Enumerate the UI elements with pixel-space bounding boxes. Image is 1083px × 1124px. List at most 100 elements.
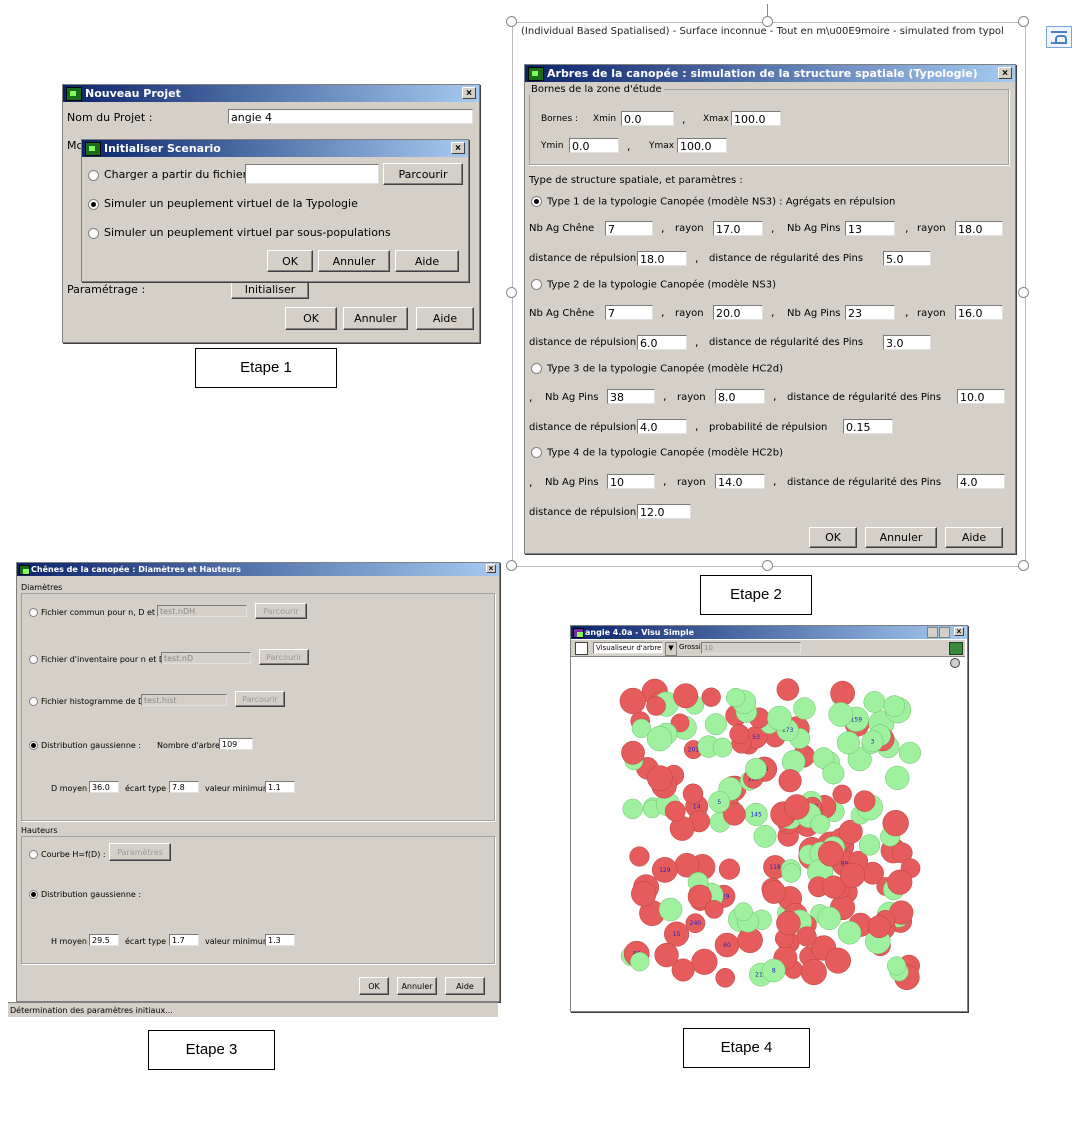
type3-rayon-field[interactable]: 8.0 [715, 389, 765, 404]
d-ecart-type-field[interactable]: 7.8 [169, 781, 199, 793]
type2-repulsion-field[interactable]: 6.0 [637, 335, 687, 350]
window-titlebar[interactable]: angie 4.0a - Visu Simple × [571, 626, 967, 639]
close-button[interactable]: × [954, 627, 964, 636]
handle-bottom-right[interactable] [1018, 560, 1029, 571]
type4-nb-pins-field[interactable]: 10 [607, 474, 655, 489]
radio-icon[interactable] [531, 447, 542, 458]
h-moyen-field[interactable]: 29.5 [89, 934, 119, 946]
type3-nb-pins-field[interactable]: 38 [607, 389, 655, 404]
type2-regularite-field[interactable]: 3.0 [883, 335, 931, 350]
handle-top-middle[interactable] [762, 16, 773, 27]
type1-option[interactable]: Type 1 de la typologie Canopée (modèle N… [531, 196, 895, 208]
type1-regularite-field[interactable]: 5.0 [883, 251, 931, 266]
cancel-button[interactable]: Annuler [397, 977, 437, 995]
ok-button[interactable]: OK [267, 250, 313, 272]
cancel-button[interactable]: Annuler [865, 527, 937, 548]
window-titlebar[interactable]: Nouveau Projet × [63, 85, 479, 102]
option-fichier-commun[interactable]: Fichier commun pour n, D et H : [29, 608, 169, 617]
file-path-field[interactable] [245, 164, 379, 184]
radio-icon[interactable] [29, 697, 38, 706]
radio-icon[interactable] [88, 198, 99, 210]
parametres-button[interactable]: Paramètres [109, 843, 171, 861]
help-button[interactable]: Aide [395, 250, 459, 272]
ymax-field[interactable]: 100.0 [677, 138, 727, 153]
type4-rayon-field[interactable]: 14.0 [715, 474, 765, 489]
project-name-field[interactable]: angie 4 [228, 109, 473, 124]
radio-icon[interactable] [29, 655, 38, 664]
type3-regularite-field[interactable]: 10.0 [957, 389, 1005, 404]
window-titlebar[interactable]: Arbres de la canopée : simulation de la … [525, 65, 1015, 82]
option-fichier-histogramme[interactable]: Fichier histogramme de D : [29, 697, 149, 706]
browse-button[interactable]: Parcourir [255, 603, 307, 619]
window-titlebar[interactable]: Chênes de la canopée : Diamètres et Haut… [17, 563, 499, 576]
help-button[interactable]: Aide [445, 977, 485, 995]
grossir-field[interactable]: 10 [701, 642, 801, 654]
refresh-icon[interactable] [949, 642, 963, 655]
option-h-gaussienne[interactable]: Distribution gaussienne : [29, 890, 141, 899]
option-courbe-h[interactable]: Courbe H=f(D) : [29, 850, 106, 859]
browse-button[interactable]: Parcourir [235, 691, 285, 707]
type3-repulsion-field[interactable]: 4.0 [637, 419, 687, 434]
handle-bottom-middle[interactable] [762, 560, 773, 571]
initialiser-button[interactable]: Initialiser [231, 279, 309, 299]
xmax-field[interactable]: 100.0 [731, 111, 781, 126]
d-moyen-field[interactable]: 36.0 [89, 781, 119, 793]
maximize-button[interactable] [939, 627, 950, 638]
layout-options-icon[interactable] [1046, 26, 1072, 48]
radio-icon[interactable] [531, 196, 542, 207]
option-simuler-sous-populations[interactable]: Simuler un peuplement virtuel par sous-p… [88, 226, 391, 239]
radio-icon[interactable] [29, 890, 38, 899]
option-simuler-typologie[interactable]: Simuler un peuplement virtuel de la Typo… [88, 197, 358, 210]
fichier-commun-field[interactable]: test.nDH [157, 605, 247, 617]
ok-button[interactable]: OK [809, 527, 857, 548]
browse-button[interactable]: Parcourir [259, 649, 309, 665]
tool-icon[interactable] [575, 642, 588, 655]
close-button[interactable]: × [998, 67, 1012, 79]
type2-nb-pins-field[interactable]: 23 [845, 305, 895, 320]
ok-button[interactable]: OK [285, 307, 337, 330]
type2-option[interactable]: Type 2 de la typologie Canopée (modèle N… [531, 279, 776, 291]
h-ecart-type-field[interactable]: 1.7 [169, 934, 199, 946]
radio-icon[interactable] [88, 227, 99, 239]
option-distribution-gaussienne[interactable]: Distribution gaussienne : [29, 741, 141, 750]
browse-button[interactable]: Parcourir [383, 163, 463, 185]
handle-top-left[interactable] [506, 16, 517, 27]
help-button[interactable]: Aide [945, 527, 1003, 548]
nombre-arbres-field[interactable]: 109 [219, 738, 253, 750]
handle-bottom-left[interactable] [506, 560, 517, 571]
type4-repulsion-field[interactable]: 12.0 [637, 504, 691, 519]
h-valeur-minimum-field[interactable]: 1.3 [265, 934, 295, 946]
close-button[interactable]: × [486, 564, 496, 573]
radio-icon[interactable] [531, 279, 542, 290]
type2-nb-chene-field[interactable]: 7 [605, 305, 653, 320]
xmin-field[interactable]: 0.0 [621, 111, 674, 126]
radio-icon[interactable] [29, 741, 38, 750]
handle-top-right[interactable] [1018, 16, 1029, 27]
viewer-select[interactable]: Visualiseur d'arbre [593, 642, 663, 654]
help-button[interactable]: Aide [416, 307, 474, 330]
type3-probabilite-field[interactable]: 0.15 [843, 419, 893, 434]
fichier-inventaire-field[interactable]: test.nD [161, 652, 251, 664]
type2-rayon1-field[interactable]: 20.0 [713, 305, 763, 320]
type2-rayon2-field[interactable]: 16.0 [955, 305, 1003, 320]
type1-nb-pins-field[interactable]: 13 [845, 221, 895, 236]
type1-rayon1-field[interactable]: 17.0 [713, 221, 763, 236]
minimize-button[interactable] [927, 627, 938, 638]
chevron-down-icon[interactable]: ▼ [665, 642, 677, 656]
handle-right-middle[interactable] [1018, 287, 1029, 298]
type1-repulsion-field[interactable]: 18.0 [637, 251, 687, 266]
close-button[interactable]: × [462, 87, 476, 99]
tree-map[interactable]: 7371239858020114538924012609222915917319… [619, 678, 921, 994]
d-valeur-minimum-field[interactable]: 1.1 [265, 781, 295, 793]
handle-left-middle[interactable] [506, 287, 517, 298]
cancel-button[interactable]: Annuler [343, 307, 408, 330]
fichier-histogramme-field[interactable]: test.hist [141, 694, 227, 706]
radio-icon[interactable] [29, 850, 38, 859]
radio-icon[interactable] [88, 169, 99, 181]
ymin-field[interactable]: 0.0 [569, 138, 619, 153]
radio-icon[interactable] [29, 608, 38, 617]
option-charger-fichier[interactable]: Charger a partir du fichier [88, 168, 247, 181]
type4-option[interactable]: Type 4 de la typologie Canopée (modèle H… [531, 447, 783, 459]
settings-icon[interactable] [950, 658, 960, 668]
close-button[interactable]: × [451, 142, 465, 154]
